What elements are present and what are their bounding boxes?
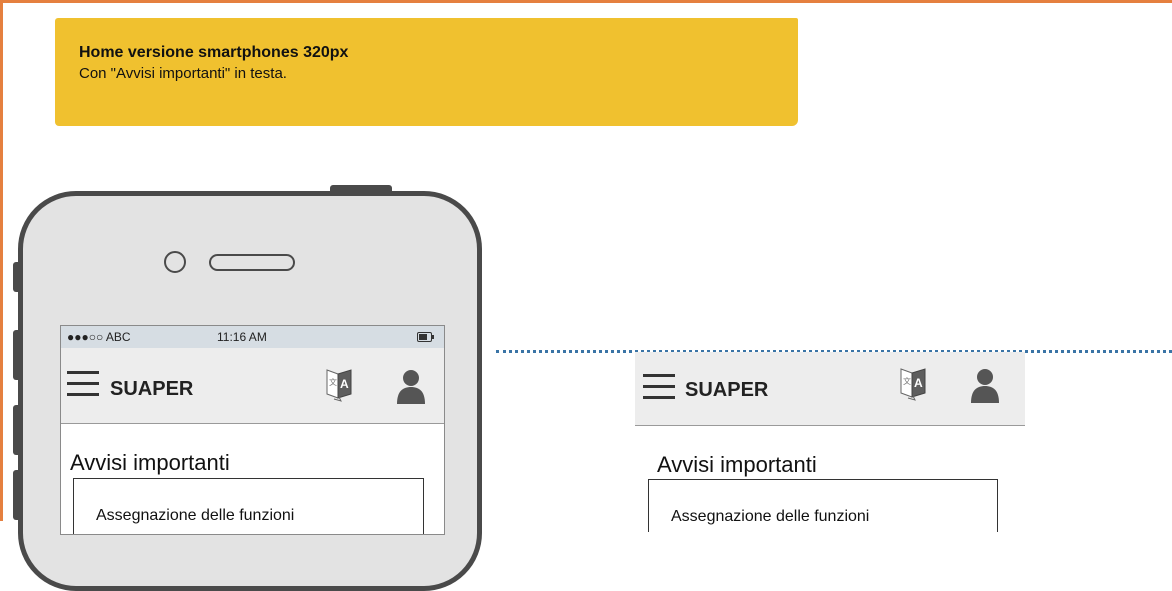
status-carrier: ●●●○○ ABC xyxy=(67,330,131,344)
brand-title[interactable]: SUAPER xyxy=(685,379,768,402)
translate-icon[interactable]: 文 A xyxy=(899,367,927,401)
notice-card-text: Assegnazione delle funzioni xyxy=(96,507,295,524)
user-icon[interactable] xyxy=(395,369,427,405)
phone-speaker xyxy=(209,254,295,271)
status-time: 11:16 AM xyxy=(217,330,267,344)
status-bar: ●●●○○ ABC 11:16 AM xyxy=(61,326,444,348)
sticky-note: Home versione smartphones 320px Con "Avv… xyxy=(55,18,798,126)
hamburger-menu-icon[interactable] xyxy=(67,371,99,397)
note-body: Con "Avvisi importanti" in testa. xyxy=(79,65,287,82)
app-header: SUAPER 文 A xyxy=(635,352,1025,426)
note-title: Home versione smartphones 320px xyxy=(79,44,349,61)
battery-icon xyxy=(417,332,434,342)
section-title-avvisi: Avvisi importanti xyxy=(70,450,230,475)
hamburger-menu-icon[interactable] xyxy=(643,374,675,400)
notice-card-text: Assegnazione delle funzioni xyxy=(671,508,870,525)
svg-text:A: A xyxy=(914,376,923,390)
translate-icon[interactable]: 文 A xyxy=(325,368,353,402)
svg-text:文: 文 xyxy=(329,377,337,387)
user-icon[interactable] xyxy=(969,368,1001,404)
phone-screen: ●●●○○ ABC 11:16 AM SUAPER 文 A Avvisi imp… xyxy=(60,325,445,535)
screen-preview: SUAPER 文 A Avvisi importanti Assegnazion… xyxy=(635,352,1025,532)
phone-camera xyxy=(164,251,186,273)
svg-text:文: 文 xyxy=(903,376,911,386)
svg-text:A: A xyxy=(340,377,349,391)
section-title-avvisi: Avvisi importanti xyxy=(657,452,817,477)
notice-card[interactable]: Assegnazione delle funzioni xyxy=(648,479,998,532)
brand-title[interactable]: SUAPER xyxy=(110,378,193,401)
app-header: SUAPER 文 A xyxy=(61,348,444,424)
notice-card[interactable]: Assegnazione delle funzioni xyxy=(73,478,424,534)
